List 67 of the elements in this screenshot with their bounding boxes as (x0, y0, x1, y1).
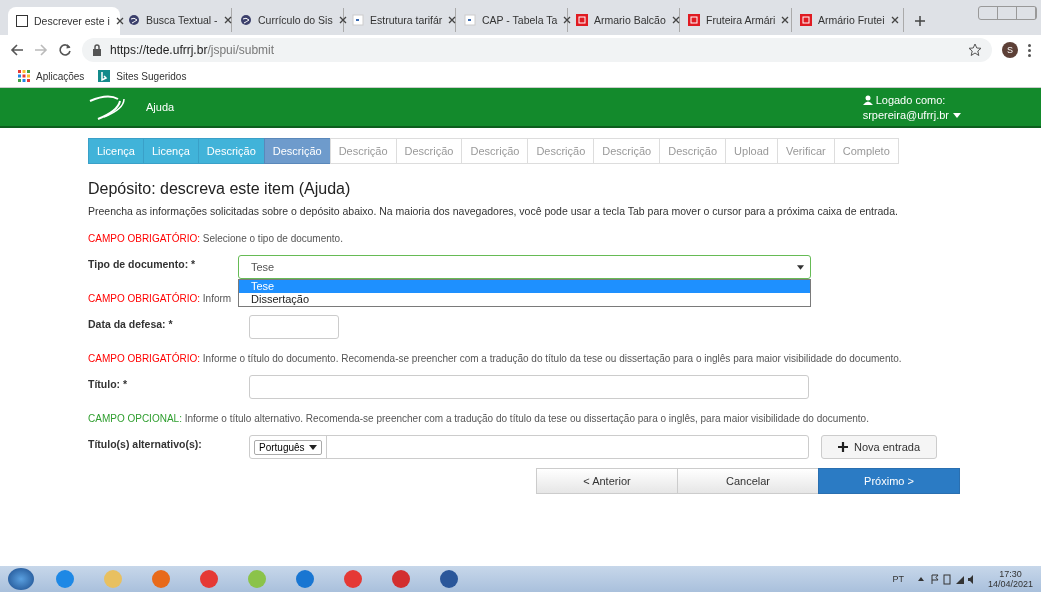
page-title: Depósito: descreva este item (Ajuda) (88, 180, 352, 198)
close-icon[interactable] (448, 16, 457, 24)
field-label: Tipo de documento: * (88, 257, 197, 270)
page-icon (464, 14, 476, 26)
date-field[interactable] (249, 315, 339, 339)
start-button[interactable] (8, 568, 34, 590)
user-menu[interactable]: srpereira@ufrrj.br (862, 108, 961, 121)
tray-icons-icon[interactable] (915, 573, 976, 585)
page-icon (352, 14, 364, 26)
user-icon (862, 94, 873, 105)
title-field[interactable] (249, 375, 809, 399)
field-hint: CAMPO OBRIGATÓRIO: Informe o título do documento. Recomenda-se preencher com a tradução do título da tese ou dissertação para o inglês para maior visibilidade do documento. (88, 353, 902, 364)
store-logo-icon (576, 14, 588, 26)
logged-in-label: Logado como: (862, 93, 961, 106)
bing-logo-icon (98, 70, 111, 82)
new-entry-button[interactable]: Nova entrada (821, 435, 938, 459)
browser-tab[interactable]: Armario Balcão (568, 8, 680, 32)
globe-icon (128, 14, 140, 26)
help-link[interactable]: Ajuda (146, 101, 863, 113)
store-logo-icon (688, 14, 700, 26)
caret-icon (797, 264, 804, 270)
field-label: Título: * (88, 377, 129, 390)
field-hint: CAMPO OBRIGATÓRIO: Inform (88, 293, 232, 304)
browser-tab[interactable]: Fruteira Armári (680, 8, 792, 32)
close-icon[interactable] (115, 17, 124, 25)
browser-tab[interactable]: Currículo do Sis (232, 8, 344, 32)
lock-icon (92, 44, 102, 56)
new-tab-icon[interactable] (914, 15, 926, 27)
nav-button[interactable]: Próximo > (818, 468, 960, 494)
browser-tab[interactable]: Busca Textual - (120, 8, 232, 32)
language-indicator[interactable]: PT (892, 574, 904, 584)
reload-icon[interactable] (58, 43, 72, 57)
menu-icon[interactable] (1028, 43, 1031, 57)
close-icon[interactable] (781, 16, 790, 24)
browser-tab[interactable]: Estrutura tarifár (344, 8, 456, 32)
browser-tab[interactable]: Armário Frutei (792, 8, 904, 32)
nav-button[interactable]: < Anterior (536, 468, 678, 494)
caret-icon (308, 445, 317, 451)
close-icon[interactable] (890, 16, 899, 24)
close-icon[interactable] (563, 16, 572, 24)
star-icon[interactable] (968, 43, 982, 57)
globe-icon (240, 14, 252, 26)
nav-button[interactable]: Cancelar (677, 468, 819, 494)
address-field[interactable]: https://tede.ufrrj.br/jspui/submit (82, 38, 992, 62)
field-label: Título(s) alternativo(s): (88, 437, 203, 450)
plus-icon (838, 442, 848, 452)
clock-date: 14/04/2021 (987, 579, 1033, 589)
field-hint: CAMPO OPCIONAL: Informe o título alternativo. Recomenda-se preencher com a tradução do título da tese ou dissertação para o inglês, para maior visibilidade do documento. (88, 413, 869, 424)
intro-text: Preencha as informações solicitadas sobre o depósito abaixo. Na maioria dos navegadores, você pode usar a tecla Tab para mover o cursor para a próxima caixa de entrada. (88, 205, 899, 217)
close-icon[interactable] (223, 16, 232, 24)
swoosh-logo-icon (88, 93, 128, 121)
caret-icon (953, 113, 961, 119)
field-hint: CAMPO OBRIGATÓRIO: Selecione o tipo de documento. (88, 233, 343, 244)
document-type-select[interactable]: Tese (238, 255, 811, 279)
dropdown-option[interactable]: Dissertação (239, 293, 810, 306)
profile-avatar[interactable]: S (1002, 42, 1018, 58)
field-label: Data da defesa: * (88, 317, 174, 330)
close-icon[interactable] (671, 16, 680, 24)
browser-tab[interactable]: CAP - Tabela Ta (456, 8, 568, 32)
language-select[interactable]: Português (254, 439, 322, 455)
bookmark-link[interactable]: Sites Sugeridos (98, 70, 187, 82)
store-logo-icon (800, 14, 812, 26)
back-icon[interactable] (10, 43, 24, 57)
close-icon[interactable] (338, 16, 347, 24)
apps-grid-icon (18, 70, 30, 82)
clock-time: 17:30 (999, 569, 1022, 579)
bookmark-link[interactable]: Aplicações (18, 70, 85, 82)
